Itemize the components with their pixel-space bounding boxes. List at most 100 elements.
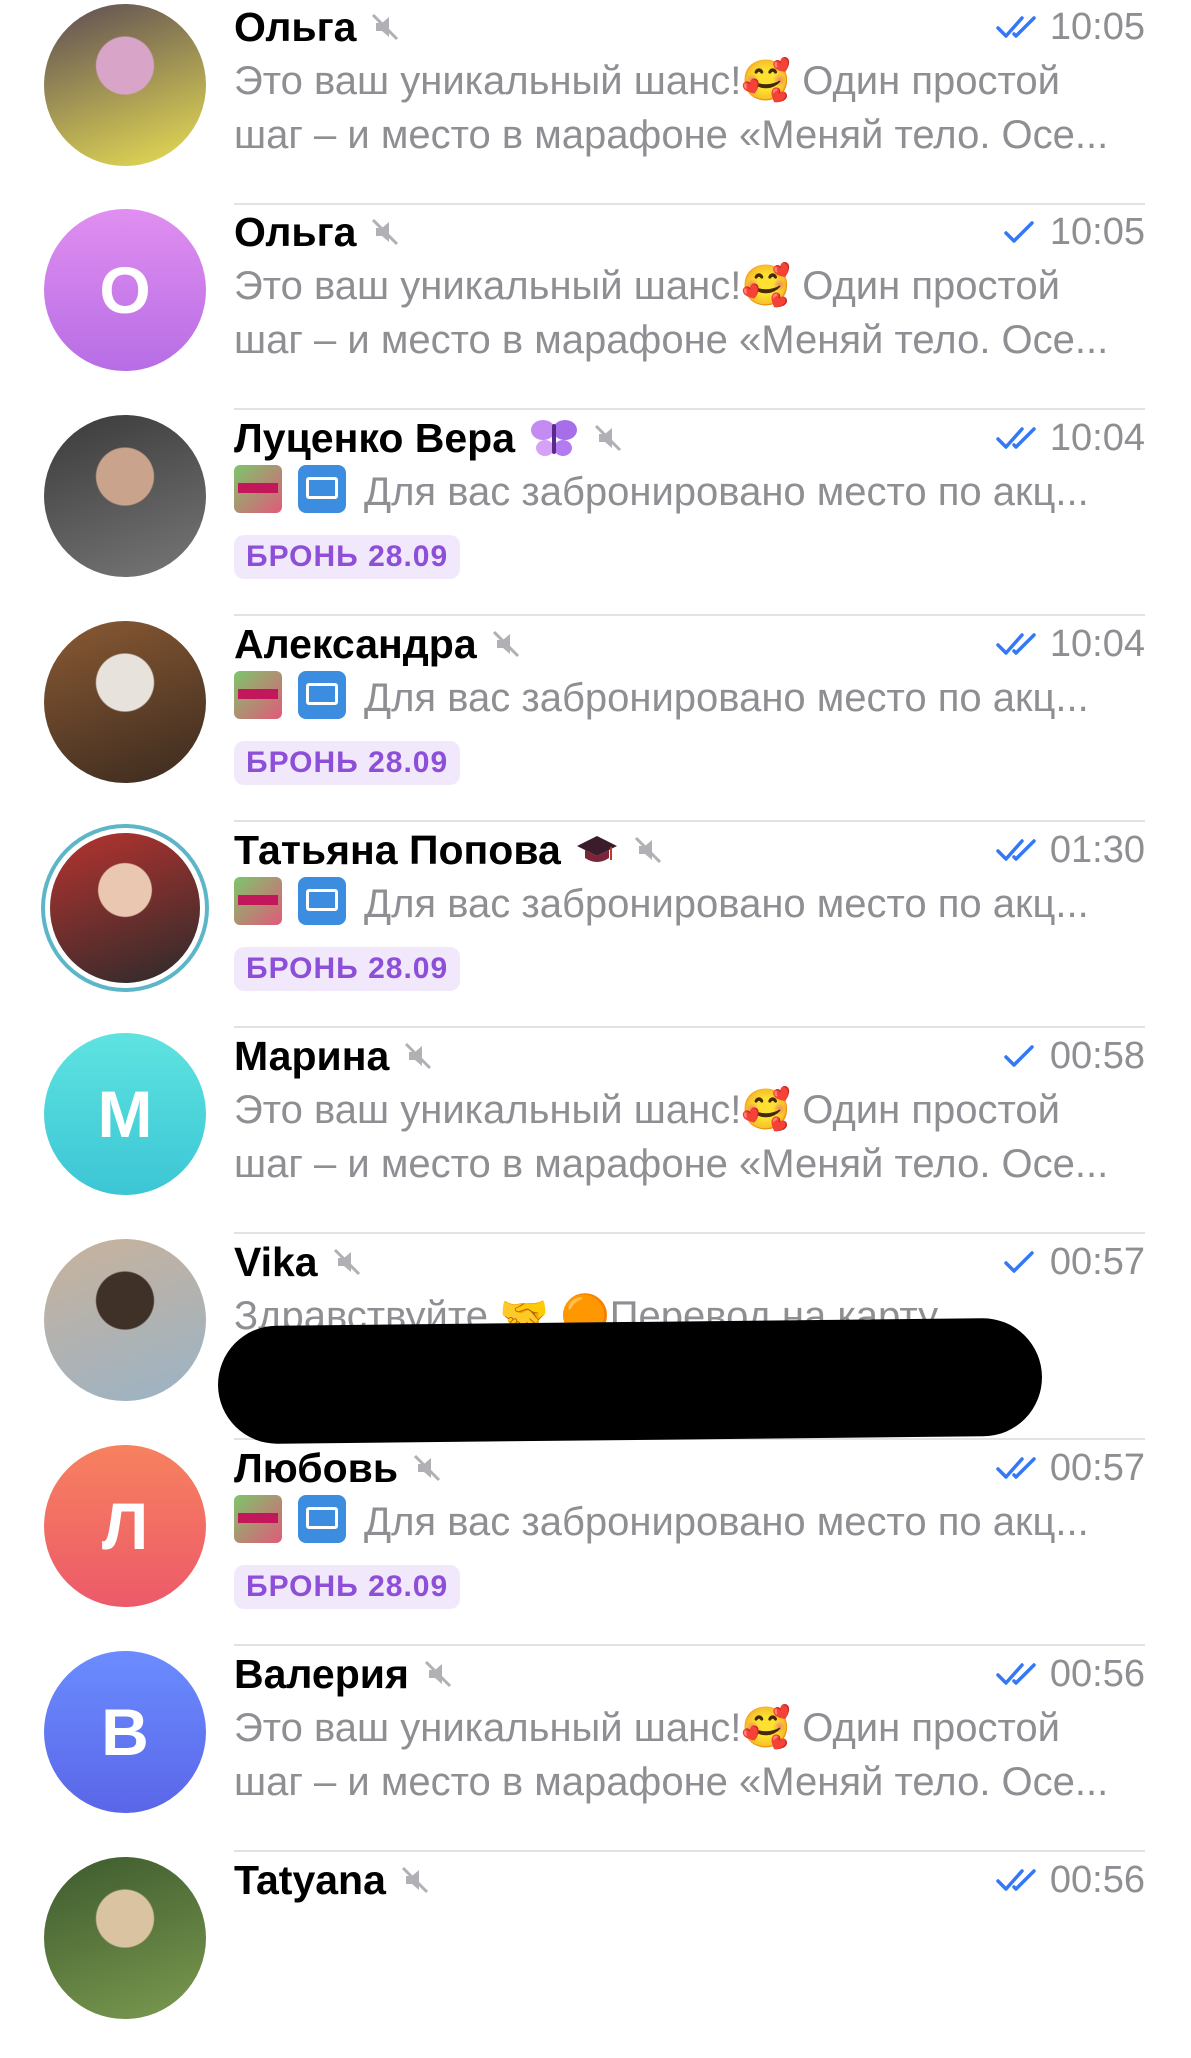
chat-row[interactable]: М Марина 00:58 Это ваш уникальный шанс!🥰 Од… <box>0 1029 1191 1234</box>
message-preview: Для вас забронировано место по акц... <box>234 1495 1145 1549</box>
chat-time: 00:56 <box>1049 1859 1145 1901</box>
avatar[interactable]: В <box>44 1651 206 1813</box>
preview-line: Для вас забронировано место по акц... <box>234 465 1145 519</box>
avatar-photo[interactable] <box>44 1239 206 1401</box>
preview-line: шаг – и место в марафоне «Меняй тело. Ос… <box>234 1137 1145 1191</box>
avatar-photo[interactable] <box>44 621 206 783</box>
muted-bell-icon <box>405 1042 432 1070</box>
chat-name-container: Любовь <box>234 1443 442 1493</box>
butterfly-icon <box>531 420 578 456</box>
message-preview: Это ваш уникальный шанс!🥰 Один простой ша… <box>234 1701 1145 1809</box>
chat-name: Любовь <box>234 1445 399 1491</box>
chat-time: 10:05 <box>1049 6 1145 48</box>
avatar-initial: Л <box>101 1489 149 1563</box>
chat-time-container: 10:05 <box>996 2 1145 52</box>
chat-name: Ольга <box>234 4 357 50</box>
chat-time-container: 10:04 <box>996 619 1145 669</box>
message-preview: Для вас забронировано место по акц... <box>234 465 1145 519</box>
preview-text: шаг – и место в марафоне «Меняй тело. Ос… <box>234 1142 1109 1186</box>
preview-text: Это ваш уникальный шанс!🥰 Один простой <box>234 59 1060 103</box>
chat-time: 00:58 <box>1049 1035 1145 1077</box>
chat-time: 10:04 <box>1049 417 1145 459</box>
chat-time-container: 10:04 <box>996 413 1145 463</box>
chat-time-container: 00:56 <box>996 1649 1145 1699</box>
chat-time-container: 00:56 <box>996 1855 1145 1905</box>
preview-line: Для вас забронировано место по акц... <box>234 1495 1145 1549</box>
double-check-icon <box>996 16 1036 38</box>
chat-time-container: 00:58 <box>996 1031 1145 1081</box>
chat-time: 10:04 <box>1049 623 1145 665</box>
muted-bell-icon <box>372 13 399 41</box>
envelope-icon <box>298 1495 346 1543</box>
graduation-cap-icon <box>576 836 617 862</box>
check-icon <box>1004 1251 1034 1273</box>
chat-time-container: 01:30 <box>996 825 1145 875</box>
chat-row[interactable]: Л Любовь 00:57 Для вас забронировано место … <box>0 1441 1191 1646</box>
chat-name: Луценко Вера <box>234 415 516 461</box>
booking-thumbnail-icon <box>234 671 282 719</box>
preview-text: шаг – и место в марафоне «Меняй тело. Ос… <box>234 1760 1109 1804</box>
chat-name-container: Татьяна Попова <box>234 825 663 875</box>
double-check-icon <box>996 1457 1036 1479</box>
row-divider <box>234 1232 1145 1234</box>
double-check-icon <box>996 1663 1036 1685</box>
redaction-mark <box>217 1317 1043 1445</box>
message-preview: Для вас забронировано место по акц... <box>234 671 1145 725</box>
preview-text: Для вас забронировано место по акц... <box>364 676 1089 720</box>
avatar-photo[interactable] <box>44 1857 206 2019</box>
chat-name-container: Марина <box>234 1031 433 1081</box>
folder-tag: БРОНЬ 28.09 <box>234 535 461 579</box>
chat-row[interactable]: Ольга 10:05 Это ваш уникальный шанс!🥰 Один… <box>0 0 1191 205</box>
chat-row[interactable]: Александра 10:04 Для вас забронировано мес… <box>0 617 1191 822</box>
preview-text: Для вас забронировано место по акц... <box>364 470 1089 514</box>
avatar[interactable]: Л <box>44 1445 206 1607</box>
avatar-photo[interactable] <box>44 4 206 166</box>
preview-text: Для вас забронировано место по акц... <box>364 1500 1089 1544</box>
chat-time: 10:05 <box>1049 211 1145 253</box>
chat-time: 00:57 <box>1049 1241 1145 1283</box>
chat-name: Vika <box>234 1239 318 1285</box>
preview-line <box>234 1907 1145 1961</box>
avatar[interactable]: М <box>44 1033 206 1195</box>
row-divider <box>234 1026 1145 1028</box>
preview-text: шаг – и место в марафоне «Меняй тело. Ос… <box>234 113 1109 157</box>
row-divider <box>234 408 1145 410</box>
muted-bell-icon <box>413 1454 441 1482</box>
row-divider <box>234 1644 1145 1646</box>
chat-name-container: Tatyana <box>234 1855 430 1905</box>
preview-line: Это ваш уникальный шанс!🥰 Один простой <box>234 54 1145 108</box>
double-check-icon <box>996 1869 1036 1891</box>
chat-row[interactable]: В Валерия 00:56 Это ваш уникальный шанс!🥰 О… <box>0 1647 1191 1852</box>
chat-name-container: Валерия <box>234 1649 453 1699</box>
chat-row[interactable]: О Ольга 10:05 Это ваш уникальный шанс!🥰 Оди… <box>0 205 1191 410</box>
avatar[interactable]: О <box>44 209 206 371</box>
chat-row[interactable]: Луценко Вера 10:04 Для вас забронировано м… <box>0 411 1191 616</box>
booking-thumbnail-icon <box>234 465 282 513</box>
preview-line: шаг – и место в марафоне «Меняй тело. Ос… <box>234 1755 1145 1809</box>
muted-bell-icon <box>372 218 399 246</box>
envelope-icon <box>298 877 346 925</box>
chat-row[interactable]: Tatyana 00:56 <box>0 1853 1191 2058</box>
preview-line: шаг – и место в марафоне «Меняй тело. Ос… <box>234 108 1145 162</box>
chat-name: Валерия <box>234 1651 409 1697</box>
muted-bell-icon <box>492 630 519 658</box>
chat-time: 00:56 <box>1049 1653 1145 1695</box>
preview-line: Для вас забронировано место по акц... <box>234 671 1145 725</box>
folder-tag: БРОНЬ 28.09 <box>234 947 461 991</box>
chat-name: Ольга <box>234 209 357 255</box>
chat-row[interactable]: Татьяна Попова 01:30 Для вас забронировано… <box>0 823 1191 1028</box>
avatar-photo[interactable] <box>50 833 200 983</box>
chat-time-container: 00:57 <box>996 1443 1145 1493</box>
preview-text: Для вас забронировано место по акц... <box>364 882 1089 926</box>
muted-bell-icon <box>594 424 622 452</box>
booking-thumbnail-icon <box>234 877 282 925</box>
message-preview: Это ваш уникальный шанс!🥰 Один простой ша… <box>234 259 1145 367</box>
avatar-initial: О <box>99 253 151 327</box>
chat-name-container: Ольга <box>234 2 400 52</box>
chat-name-container: Ольга <box>234 207 400 257</box>
chat-name-container: Vika <box>234 1237 362 1287</box>
avatar-photo[interactable] <box>44 415 206 577</box>
chat-time-container: 10:05 <box>996 207 1145 257</box>
message-preview: Для вас забронировано место по акц... <box>234 877 1145 931</box>
envelope-icon <box>298 465 346 513</box>
